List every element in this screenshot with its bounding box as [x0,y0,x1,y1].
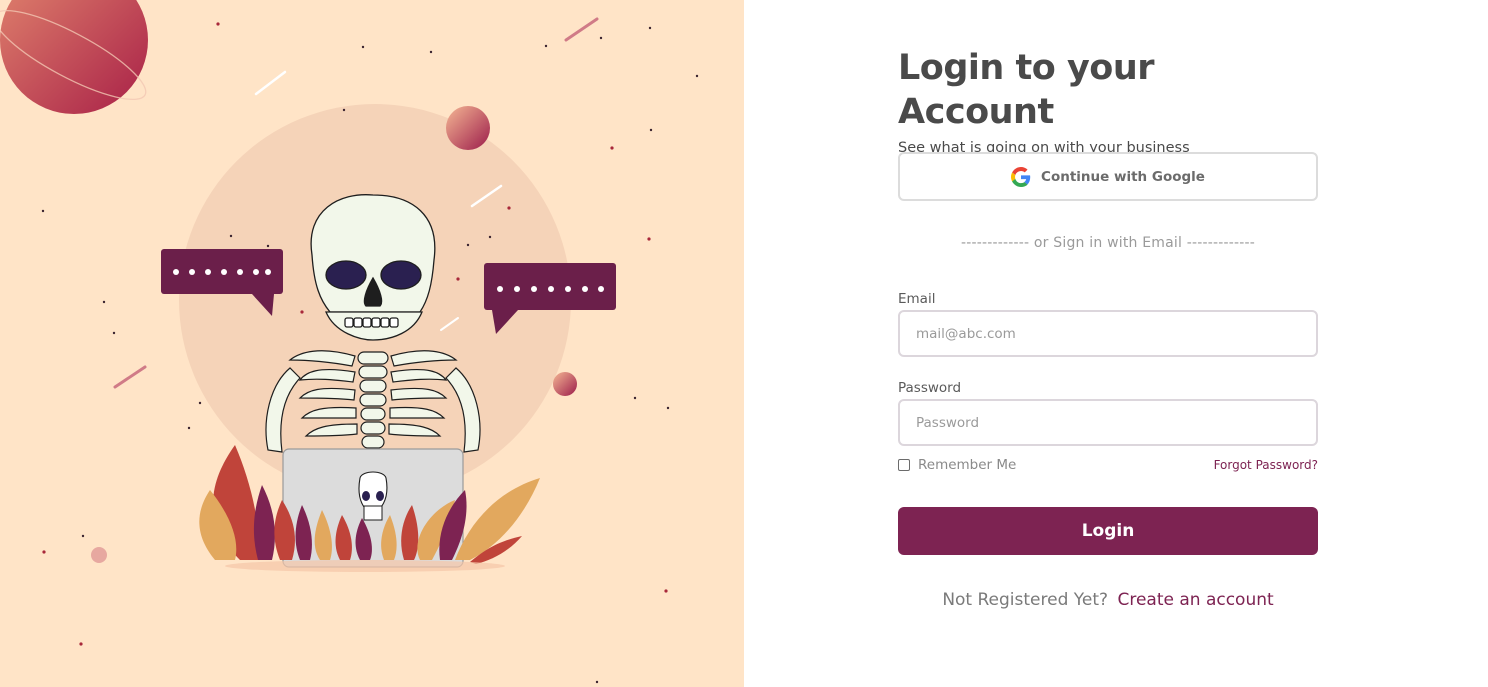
google-icon [1011,166,1031,187]
not-registered-text: Not Registered Yet? [942,590,1109,610]
remember-me-option[interactable]: Remember Me [898,457,1016,473]
login-panel: Login to your Account See what is going … [744,0,1488,687]
illustration-panel [0,0,744,687]
planet-icon [0,0,148,114]
forgot-password-link[interactable]: Forgot Password? [1214,458,1318,472]
login-button[interactable]: Login [898,507,1318,555]
planet-icon [446,106,490,150]
continue-with-google-button[interactable]: Continue with Google [898,152,1318,201]
password-field[interactable] [898,399,1318,446]
email-field[interactable] [898,310,1318,357]
login-form: Login to your Account See what is going … [898,46,1318,610]
create-account-link[interactable]: Create an account [1117,590,1273,610]
planet-icon [553,372,577,396]
skeleton-illustration [0,0,699,684]
planet-icon [91,547,107,563]
register-prompt: Not Registered Yet? Create an account [898,590,1318,610]
email-divider: ------------- or Sign in with Email ----… [960,235,1255,251]
page-title: Login to your Account [898,48,1155,132]
remember-me-label: Remember Me [918,457,1017,473]
password-label: Password [898,380,962,396]
email-label: Email [898,291,936,307]
google-button-label: Continue with Google [1041,168,1205,185]
remember-me-checkbox[interactable] [898,459,910,471]
